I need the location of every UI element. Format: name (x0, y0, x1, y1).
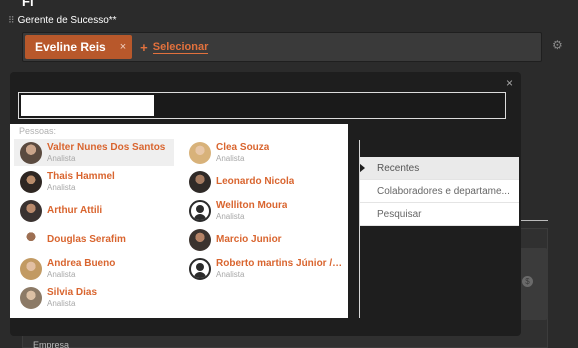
page-title-fragment: Fl (22, 0, 34, 9)
menu-item-recentes[interactable]: Recentes (360, 157, 519, 180)
person-item[interactable]: Douglas Serafim (14, 226, 174, 253)
person-name: Marcio Junior (216, 233, 282, 245)
person-name: Thais Hammel (47, 171, 115, 182)
avatar (189, 170, 211, 193)
person-role: Analista (47, 154, 76, 163)
person-item[interactable]: Roberto martins Júnior / ... Analista (183, 255, 343, 282)
person-role: Analista (216, 212, 245, 221)
chip-label: Eveline Reis (35, 40, 106, 54)
background-divider (520, 220, 548, 221)
people-list: Pessoas: Valter Nunes Dos Santos Analista… (10, 124, 348, 318)
person-role: Analista (47, 183, 76, 192)
person-name: Valter Nunes Dos Santos (47, 142, 166, 153)
manager-field: Eveline Reis × + Selecionar (22, 32, 542, 62)
remove-chip-icon[interactable]: × (120, 41, 126, 53)
person-name: Roberto martins Júnior / ... (216, 258, 343, 269)
avatar (20, 228, 42, 251)
field-label: ⠿ Gerente de Sucesso** (8, 15, 117, 26)
person-role: Analista (216, 270, 245, 279)
drag-handle-icon[interactable]: ⠿ (8, 15, 15, 26)
user-icon (189, 257, 211, 280)
field-label-text: Gerente de Sucesso** (17, 15, 117, 26)
avatar (20, 141, 42, 164)
avatar (20, 199, 42, 222)
person-item[interactable]: Marcio Junior (183, 226, 343, 253)
person-item[interactable]: Arthur Attili (14, 197, 174, 224)
select-label: Selecionar (152, 40, 209, 54)
person-item[interactable]: Welliton Moura Analista (183, 197, 343, 224)
avatar (189, 228, 211, 251)
person-name: Douglas Serafim (47, 233, 126, 245)
person-role: Analista (47, 299, 76, 308)
selected-person-chip[interactable]: Eveline Reis × (25, 35, 133, 59)
close-icon[interactable]: × (506, 76, 513, 90)
person-item[interactable]: Silvia Dias Analista (14, 284, 174, 311)
avatar (189, 141, 211, 164)
plus-icon: + (140, 39, 148, 55)
search-box (18, 92, 506, 119)
person-name: Silvia Dias (47, 287, 98, 298)
person-name: Leonardo Nicola (216, 175, 295, 187)
avatar (20, 286, 42, 309)
person-name: Arthur Attili (47, 204, 103, 216)
person-item[interactable]: Clea Souza Analista (183, 139, 343, 166)
people-header: Pessoas: (19, 126, 57, 136)
menu-item-pesquisar[interactable]: Pesquisar (360, 203, 519, 226)
user-icon (189, 199, 211, 222)
person-item[interactable]: Andrea Bueno Analista (14, 255, 174, 282)
person-role: Analista (216, 154, 245, 163)
gear-icon[interactable]: ⚙ (552, 38, 563, 52)
select-button[interactable]: + Selecionar (140, 39, 209, 55)
search-input[interactable] (21, 95, 154, 116)
person-name: Welliton Moura (216, 200, 288, 211)
person-item[interactable]: Valter Nunes Dos Santos Analista (14, 139, 174, 166)
person-item[interactable]: Leonardo Nicola (183, 168, 343, 195)
menu-item-colaboradores[interactable]: Colaboradores e departame... (360, 180, 519, 203)
avatar (20, 257, 42, 280)
avatar (20, 170, 42, 193)
person-name: Andrea Bueno (47, 258, 116, 269)
filter-menu: Recentes Colaboradores e departame... Pe… (360, 157, 519, 226)
coin-icon: $ (522, 276, 533, 287)
person-item[interactable]: Thais Hammel Analista (14, 168, 174, 195)
empresa-label: Empresa (33, 340, 70, 348)
person-name: Clea Souza (216, 142, 270, 153)
person-role: Analista (47, 270, 76, 279)
